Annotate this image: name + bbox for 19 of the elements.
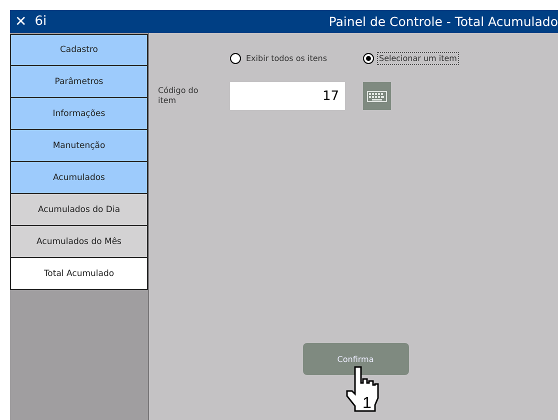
radio-button[interactable]: [363, 53, 374, 64]
window-title: Painel de Controle - Total Acumulado: [328, 14, 558, 29]
item-code-field[interactable]: 17: [230, 82, 345, 110]
close-button[interactable]: ✕: [10, 14, 31, 30]
sidebar-item[interactable]: Total Acumulado: [10, 258, 148, 290]
field-label: Código do item: [158, 86, 200, 106]
sidebar-item[interactable]: Cadastro: [10, 34, 148, 66]
sidebar-item[interactable]: Acumulados: [10, 162, 148, 194]
radio-button[interactable]: [230, 53, 241, 64]
radio-label[interactable]: Selecionar um item: [377, 52, 459, 65]
keyboard-icon: [367, 90, 387, 102]
keyboard-button[interactable]: [363, 82, 391, 110]
radio-label[interactable]: Exibir todos os itens: [244, 52, 329, 65]
sidebar-item[interactable]: Informações: [10, 98, 148, 130]
sidebar-item[interactable]: Parâmetros: [10, 66, 148, 98]
app-name: 6i: [34, 14, 47, 29]
sidebar-item[interactable]: Acumulados do Mês: [10, 226, 148, 258]
sidebar-item[interactable]: Manutenção: [10, 130, 148, 162]
sidebar-item[interactable]: Acumulados do Dia: [10, 194, 148, 226]
